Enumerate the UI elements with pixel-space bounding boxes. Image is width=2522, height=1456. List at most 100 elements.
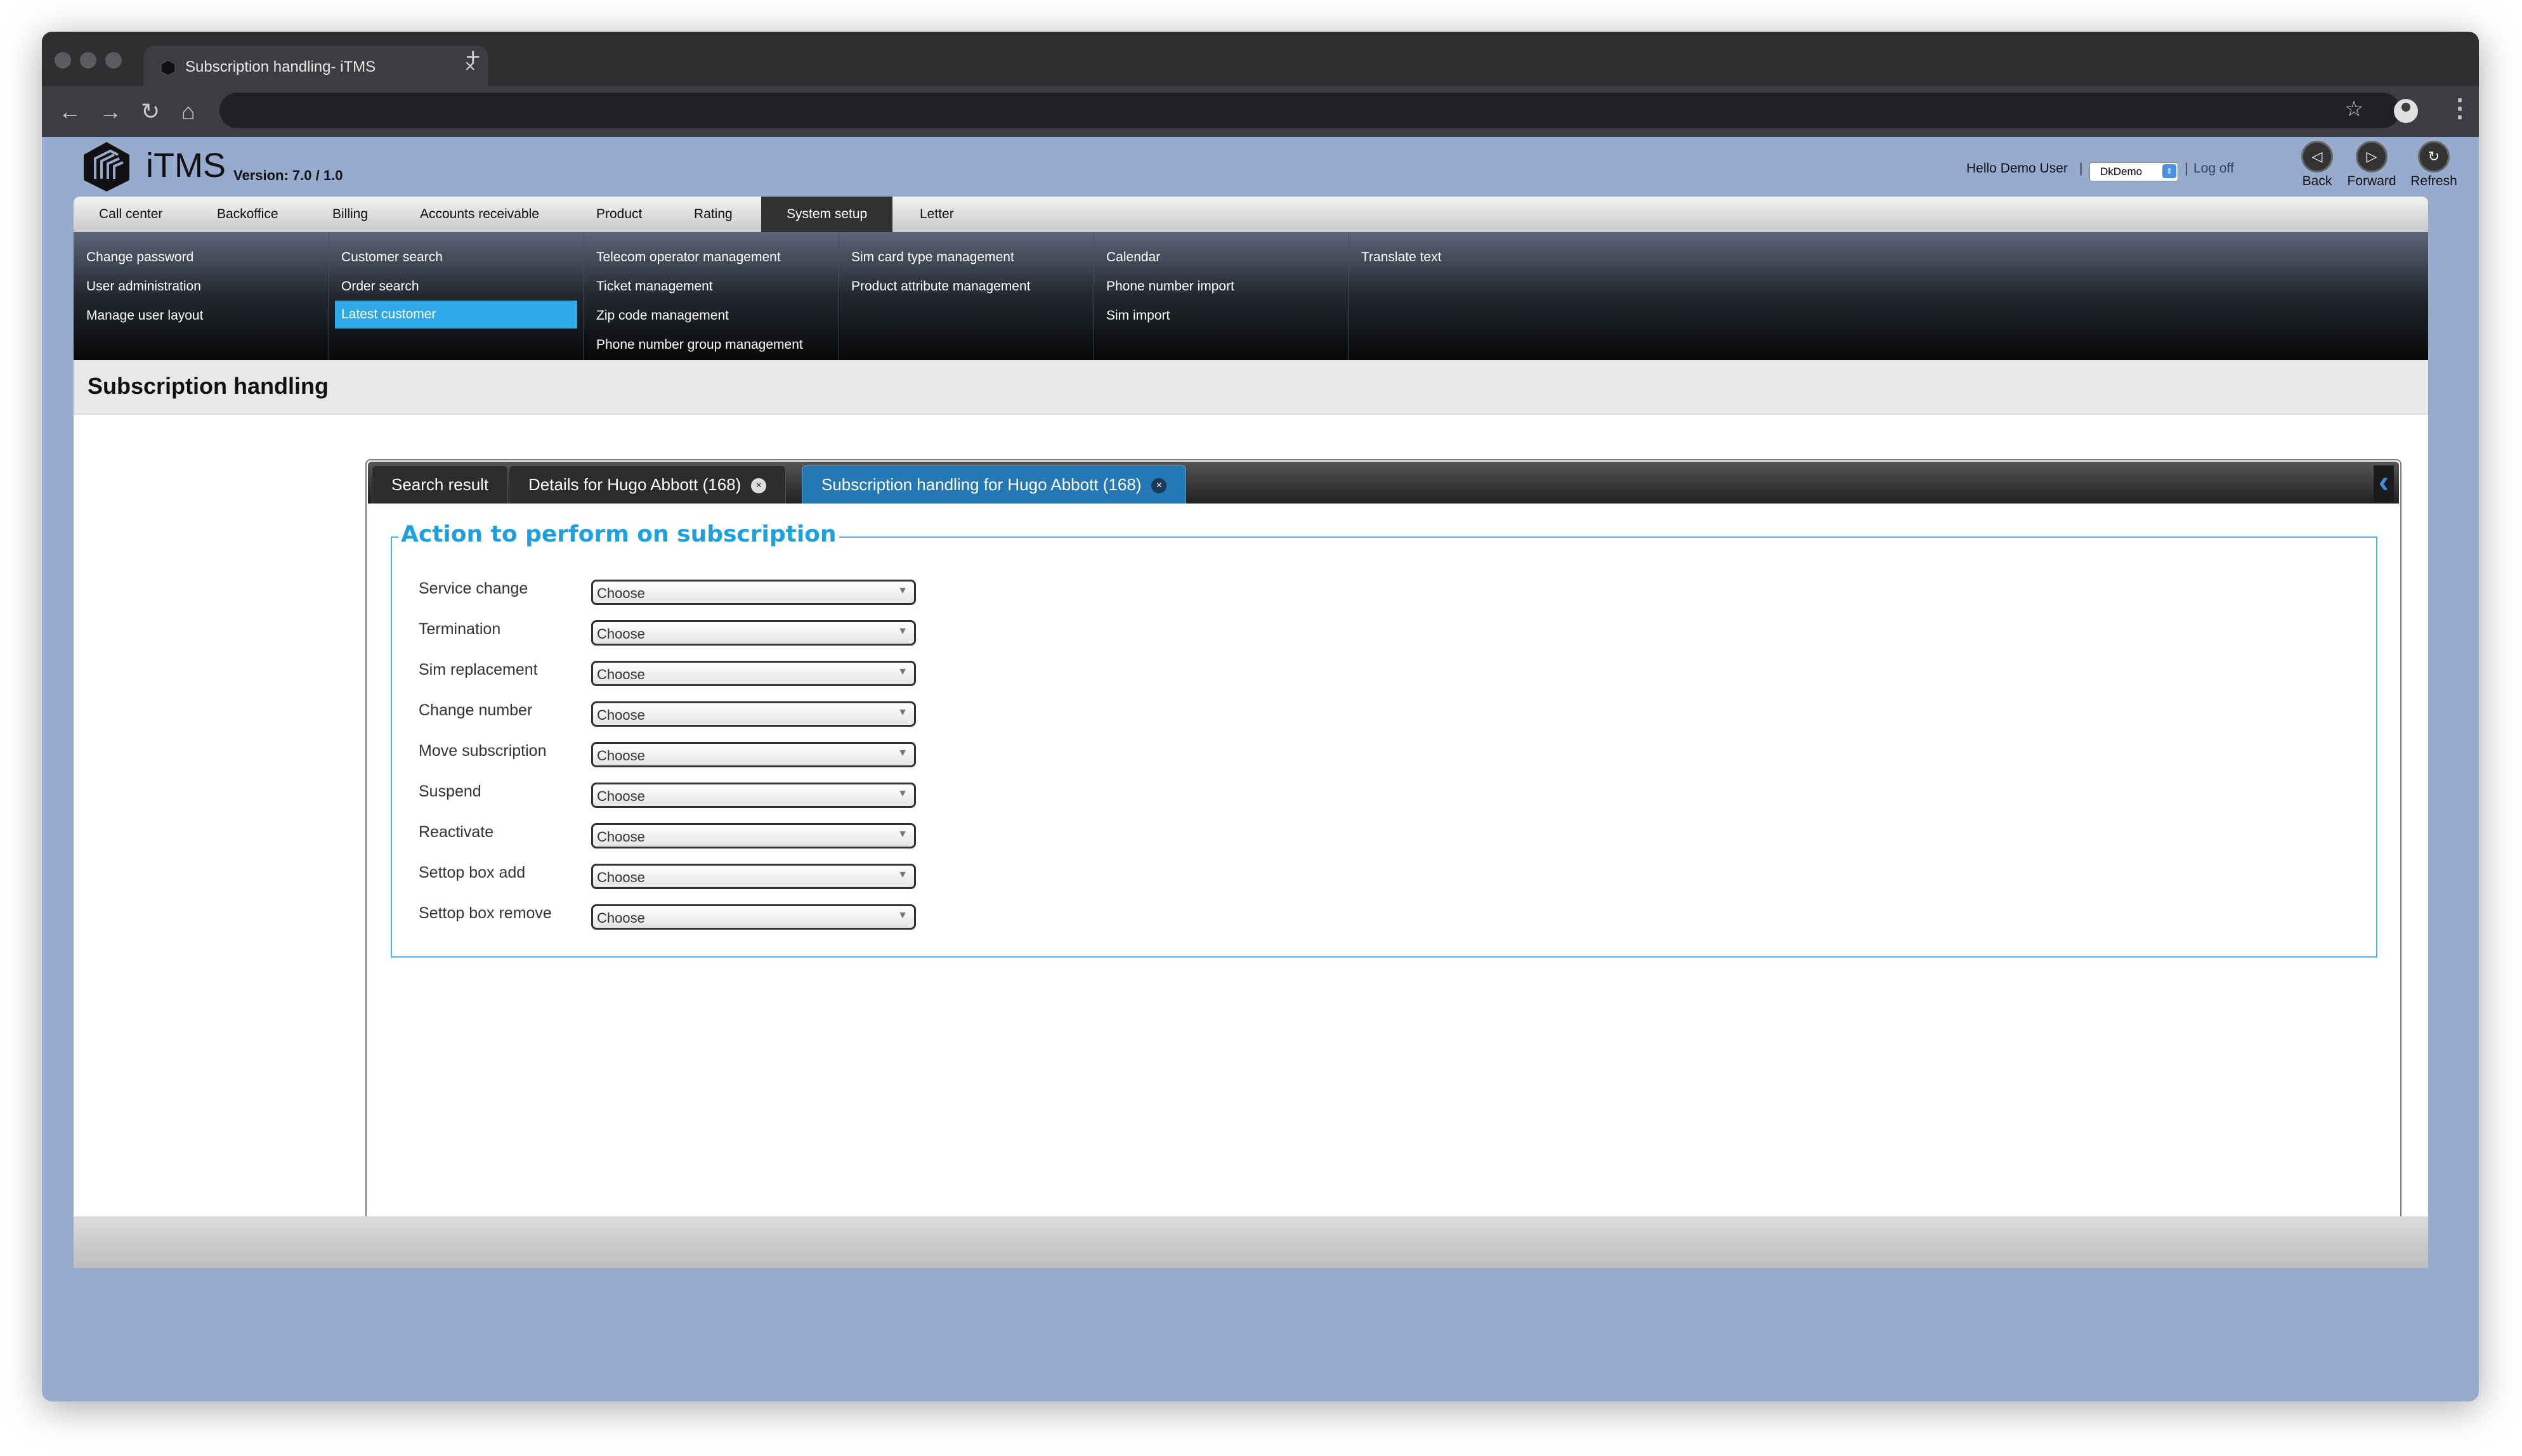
- submenu-column: Sim card type management Product attribu…: [839, 232, 1094, 360]
- chevron-down-icon: ▼: [898, 748, 908, 758]
- logo-text: iTMS: [146, 146, 226, 185]
- logoff-link[interactable]: Log off: [2193, 161, 2234, 176]
- menu-backoffice[interactable]: Backoffice: [217, 207, 278, 222]
- settop-box-add-select[interactable]: Choose ▼: [591, 864, 916, 889]
- suspend-select[interactable]: Choose ▼: [591, 783, 916, 808]
- bookmark-star-icon[interactable]: ☆: [2344, 96, 2363, 122]
- submenu-calendar[interactable]: Calendar: [1106, 250, 1160, 265]
- forward-label: Forward: [2347, 174, 2396, 188]
- close-tab-icon[interactable]: ×: [751, 478, 767, 494]
- submenu-product-attribute-management[interactable]: Product attribute management: [851, 279, 1031, 294]
- service-change-select[interactable]: Choose ▼: [591, 580, 916, 605]
- forward-button[interactable]: ▷ Forward: [2337, 141, 2407, 189]
- submenu-customer-search[interactable]: Customer search: [341, 250, 443, 265]
- select-value: Choose: [597, 788, 645, 804]
- select-value: Choose: [597, 748, 645, 764]
- select-value: Choose: [597, 829, 645, 845]
- tab-label: Search result: [391, 475, 489, 494]
- browser-titlebar: Subscription handling- iTMS × +: [42, 32, 2479, 88]
- footer-bar: [74, 1216, 2428, 1268]
- profile-avatar-icon[interactable]: [2394, 99, 2418, 123]
- chevron-down-icon: ▼: [898, 707, 908, 718]
- collapse-chevron-icon[interactable]: ‹: [2374, 465, 2394, 502]
- address-bar[interactable]: [219, 93, 2400, 128]
- select-value: Choose: [597, 707, 645, 723]
- move-subscription-label: Move subscription: [419, 742, 547, 760]
- settop-box-remove-select[interactable]: Choose ▼: [591, 904, 916, 930]
- new-tab-icon[interactable]: +: [466, 44, 480, 70]
- chevron-down-icon: ▼: [898, 666, 908, 677]
- submenu-sim-card-type-management[interactable]: Sim card type management: [851, 250, 1014, 265]
- chevron-down-icon: ▼: [898, 788, 908, 799]
- select-value: Choose: [597, 585, 645, 601]
- itms-favicon-icon: [160, 60, 176, 76]
- page-title-bar: Subscription handling: [74, 360, 2428, 415]
- refresh-button[interactable]: ↻ Refresh: [2399, 141, 2469, 189]
- submenu-translate-text[interactable]: Translate text: [1361, 250, 1441, 265]
- submenu-order-search[interactable]: Order search: [341, 279, 419, 294]
- menu-letter[interactable]: Letter: [920, 207, 954, 222]
- browser-back-icon[interactable]: ←: [58, 99, 81, 124]
- submenu-panel: Change password User administration Mana…: [74, 232, 2428, 360]
- suspend-label: Suspend: [419, 783, 481, 800]
- menu-call-center[interactable]: Call center: [99, 207, 162, 222]
- content-area: Subscription handling Search result Deta…: [74, 360, 2428, 1238]
- main-menu: Call center Backoffice Billing Accounts …: [74, 197, 2428, 232]
- tab-search-result[interactable]: Search result: [372, 465, 509, 504]
- submenu-column: Customer search Order search Latest cust…: [329, 232, 584, 360]
- move-subscription-select[interactable]: Choose ▼: [591, 742, 916, 767]
- sim-replacement-select[interactable]: Choose ▼: [591, 661, 916, 686]
- submenu-ticket-management[interactable]: Ticket management: [596, 279, 713, 294]
- termination-label: Termination: [419, 620, 501, 638]
- chevron-down-icon: ▼: [898, 910, 908, 921]
- action-fieldset: Action to perform on subscription Servic…: [391, 521, 2377, 958]
- submenu-sim-import[interactable]: Sim import: [1106, 308, 1170, 323]
- browser-toolbar: ← → ↻ ⌂ ☆ ⋮: [42, 86, 2479, 137]
- submenu-column: Translate text: [1349, 232, 1604, 360]
- termination-select[interactable]: Choose ▼: [591, 620, 916, 646]
- menu-system-setup[interactable]: System setup: [761, 197, 893, 232]
- tab-subscription-handling-hugo-abbott[interactable]: Subscription handling for Hugo Abbott (1…: [802, 465, 1187, 504]
- browser-menu-icon[interactable]: ⋮: [2447, 94, 2473, 123]
- submenu-zip-code-management[interactable]: Zip code management: [596, 308, 729, 323]
- settop-box-remove-label: Settop box remove: [419, 904, 552, 922]
- subscription-panel: Search result Details for Hugo Abbott (1…: [365, 459, 2401, 1238]
- maximize-window-dot[interactable]: [105, 52, 122, 68]
- menu-billing[interactable]: Billing: [332, 207, 368, 222]
- submenu-column: Calendar Phone number import Sim import: [1094, 232, 1349, 360]
- greeting-text: Hello Demo User: [1966, 161, 2068, 176]
- menu-accounts-receivable[interactable]: Accounts receivable: [420, 207, 539, 222]
- close-tab-icon[interactable]: ×: [1151, 478, 1167, 494]
- browser-window: Subscription handling- iTMS × + ← → ↻ ⌂ …: [42, 32, 2479, 1401]
- menu-rating[interactable]: Rating: [694, 207, 733, 222]
- reload-icon[interactable]: ↻: [141, 99, 160, 124]
- separator: |: [2079, 161, 2083, 176]
- separator: |: [2185, 161, 2188, 176]
- submenu-latest-customer[interactable]: Latest customer: [335, 301, 577, 328]
- submenu-change-password[interactable]: Change password: [86, 250, 193, 265]
- submenu-phone-number-group-management[interactable]: Phone number group management: [596, 337, 803, 353]
- minimize-window-dot[interactable]: [80, 52, 96, 68]
- browser-tab[interactable]: Subscription handling- iTMS ×: [143, 46, 488, 88]
- tab-details-hugo-abbott[interactable]: Details for Hugo Abbott (168) ×: [509, 465, 787, 504]
- panel-tabstrip: Search result Details for Hugo Abbott (1…: [368, 462, 2399, 504]
- change-number-select[interactable]: Choose ▼: [591, 701, 916, 727]
- menu-product[interactable]: Product: [596, 207, 642, 222]
- refresh-icon: ↻: [2418, 141, 2450, 172]
- select-arrows-icon: ⇕: [2162, 164, 2176, 178]
- tab-label: Subscription handling for Hugo Abbott (1…: [821, 475, 1142, 494]
- back-icon: ◁: [2301, 141, 2333, 172]
- submenu-phone-number-import[interactable]: Phone number import: [1106, 279, 1234, 294]
- chevron-down-icon: ▼: [898, 585, 908, 596]
- home-icon[interactable]: ⌂: [181, 99, 195, 124]
- submenu-telecom-operator-management[interactable]: Telecom operator management: [596, 250, 781, 265]
- sim-replacement-label: Sim replacement: [419, 661, 538, 679]
- service-change-label: Service change: [419, 580, 528, 597]
- select-value: Choose: [597, 626, 645, 642]
- user-select[interactable]: DkDemo ⇕: [2089, 162, 2178, 181]
- submenu-manage-user-layout[interactable]: Manage user layout: [86, 308, 203, 323]
- browser-forward-icon[interactable]: →: [99, 99, 122, 124]
- submenu-user-administration[interactable]: User administration: [86, 279, 201, 294]
- reactivate-select[interactable]: Choose ▼: [591, 823, 916, 848]
- close-window-dot[interactable]: [55, 52, 71, 68]
